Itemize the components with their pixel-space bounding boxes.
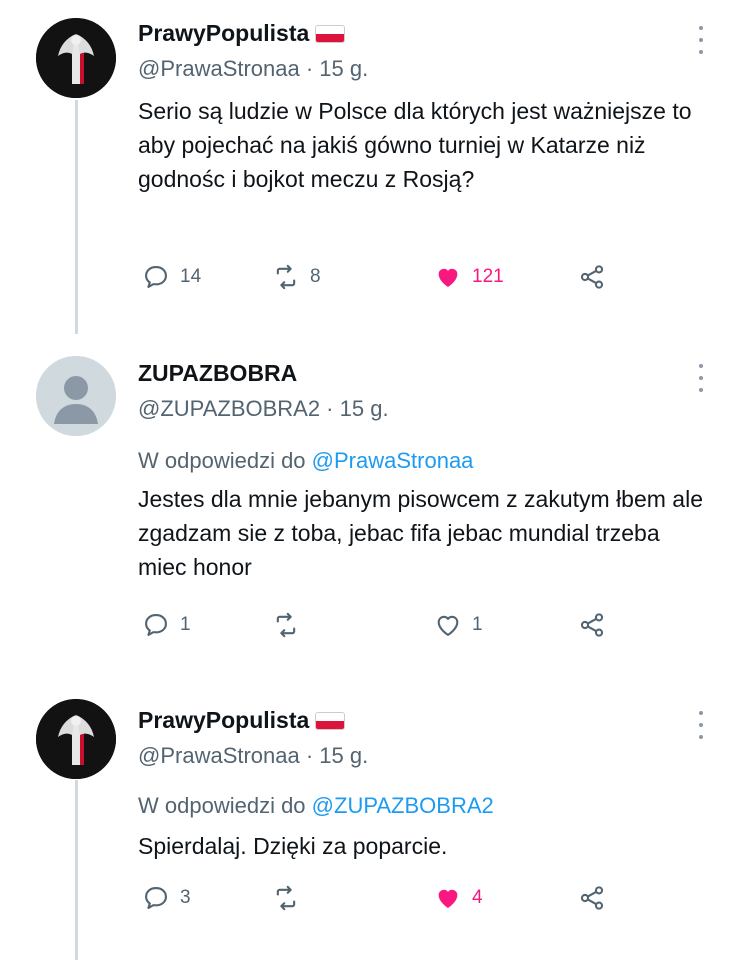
speech-bubble-icon: [145, 614, 167, 636]
share-nodes-icon: [580, 886, 604, 910]
retweet-arrows-icon: [276, 264, 296, 290]
reply-count: 14: [180, 266, 202, 287]
speech-bubble-icon: [145, 266, 167, 288]
reply-count: 1: [180, 614, 191, 635]
share-button[interactable]: [578, 262, 606, 292]
reply-to-mention[interactable]: @ZUPAZBOBRA2: [312, 793, 494, 818]
like-button[interactable]: 1: [434, 610, 483, 640]
reply-to-mention[interactable]: @PrawaStronaa: [312, 448, 474, 473]
avatar[interactable]: [36, 18, 116, 98]
author-handle-time[interactable]: @ZUPAZBOBRA2 · 15 g.: [138, 396, 389, 422]
author-name[interactable]: PrawyPopulista: [138, 707, 309, 734]
default-avatar-icon: [36, 356, 116, 436]
tweet-text: Jestes dla mnie jebanym pisowcem z zakut…: [138, 486, 704, 580]
author-handle-time[interactable]: @PrawaStronaa · 15 g.: [138, 743, 368, 769]
reply-button[interactable]: 1: [142, 610, 191, 640]
tweet[interactable]: PrawyPopulista @PrawaStronaa · 15 g. W o…: [0, 685, 736, 960]
avatar[interactable]: [36, 699, 116, 779]
share-button[interactable]: [578, 883, 606, 913]
more-options-icon[interactable]: [696, 711, 706, 739]
avatar[interactable]: [36, 356, 116, 436]
reply-context: W odpowiedzi do @PrawaStronaa: [138, 448, 473, 474]
speech-bubble-icon: [145, 887, 167, 909]
reply-count: 3: [180, 887, 191, 908]
retweet-arrows-icon: [276, 612, 296, 638]
retweet-count: 8: [310, 266, 321, 287]
heart-icon: [438, 268, 458, 287]
eagle-emblem-icon: [36, 18, 116, 98]
like-button[interactable]: 121: [434, 262, 504, 292]
retweet-button[interactable]: [272, 883, 310, 913]
tweet-actions: 1 1: [142, 610, 622, 640]
share-nodes-icon: [580, 613, 604, 637]
like-count: 121: [472, 266, 504, 287]
heart-icon: [438, 889, 458, 908]
more-options-icon[interactable]: [696, 26, 706, 54]
retweet-button[interactable]: 8: [272, 262, 321, 292]
more-options-icon[interactable]: [696, 364, 706, 392]
tweet-text: Serio są ludzie w Polsce dla których jes…: [138, 98, 692, 192]
share-nodes-icon: [580, 265, 604, 289]
heart-outline-icon: [437, 615, 459, 636]
retweet-arrows-icon: [276, 885, 296, 911]
like-count: 1: [472, 614, 483, 635]
poland-flag-icon: [315, 711, 346, 730]
tweet-actions: 14 8 121: [142, 262, 622, 292]
reply-to-prefix: W odpowiedzi do: [138, 793, 306, 818]
tweet[interactable]: ZUPAZBOBRA @ZUPAZBOBRA2 · 15 g. W odpowi…: [0, 340, 736, 685]
share-button[interactable]: [578, 610, 606, 640]
reply-button[interactable]: 3: [142, 883, 191, 913]
reply-to-prefix: W odpowiedzi do: [138, 448, 306, 473]
author-name[interactable]: PrawyPopulista: [138, 20, 309, 47]
reply-button[interactable]: 14: [142, 262, 201, 292]
tweet[interactable]: PrawyPopulista @PrawaStronaa · 15 g. Ser…: [0, 0, 736, 340]
like-button[interactable]: 4: [434, 883, 483, 913]
author-handle-time[interactable]: @PrawaStronaa · 15 g.: [138, 56, 368, 82]
reply-context: W odpowiedzi do @ZUPAZBOBRA2: [138, 793, 494, 819]
retweet-button[interactable]: [272, 610, 310, 640]
author-name[interactable]: ZUPAZBOBRA: [138, 360, 297, 387]
like-count: 4: [472, 887, 483, 908]
tweet-text: Spierdalaj. Dzięki za poparcie.: [138, 833, 448, 859]
poland-flag-icon: [315, 24, 346, 43]
tweet-actions: 3 4: [142, 883, 622, 913]
eagle-emblem-icon: [36, 699, 116, 779]
